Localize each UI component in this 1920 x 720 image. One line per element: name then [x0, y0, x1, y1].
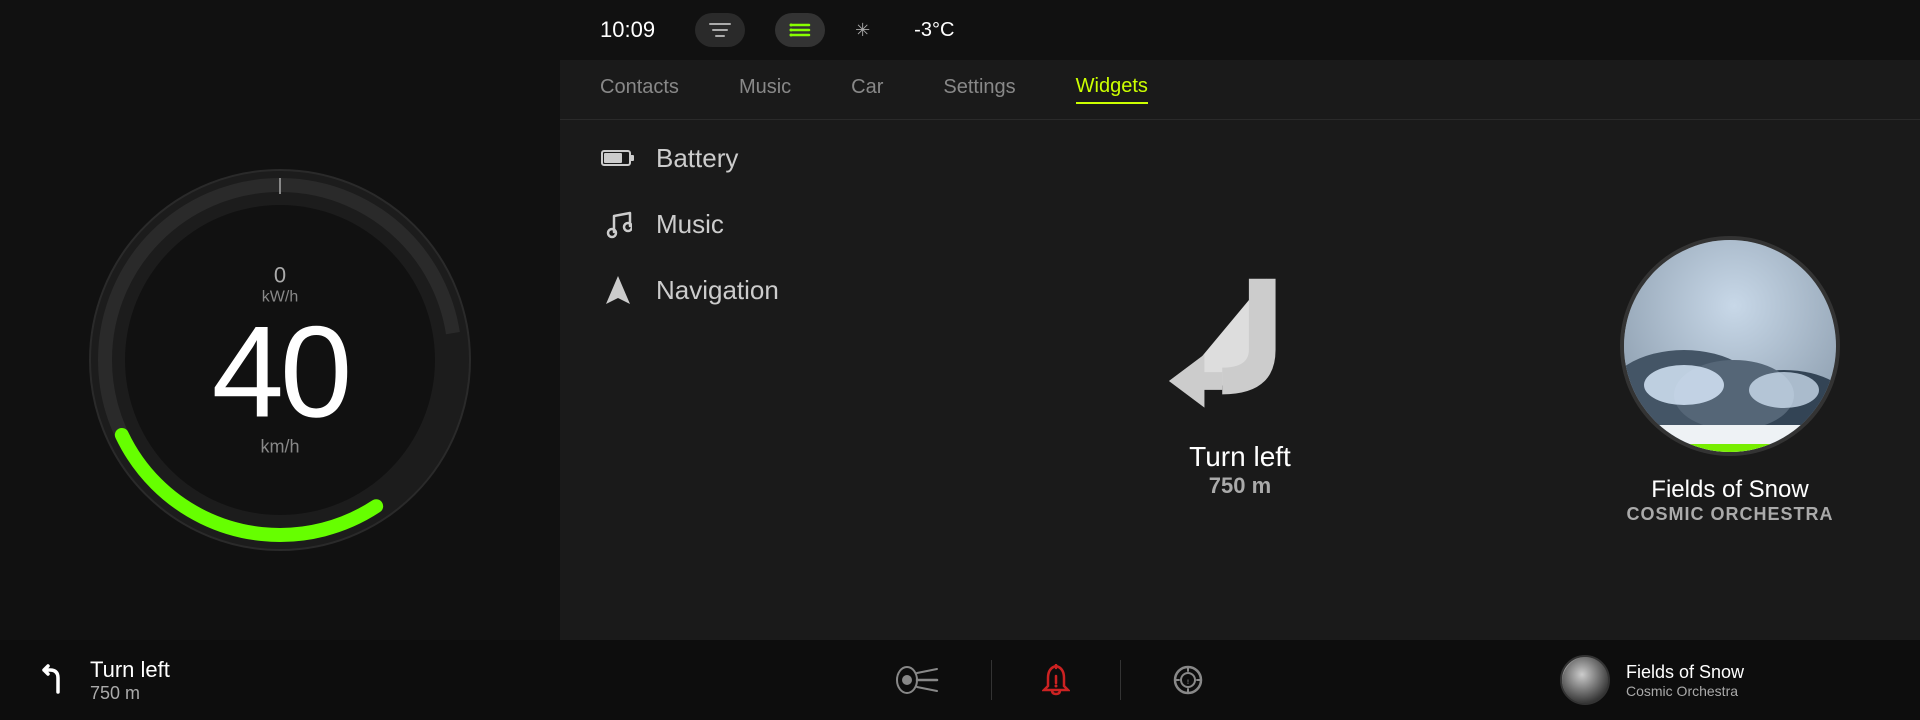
- tab-settings[interactable]: Settings: [943, 76, 1015, 103]
- left-panel: 0 kW/h 40 km/h Turn left 750 m: [0, 0, 560, 720]
- tire-pressure-icon[interactable]: !: [1171, 664, 1205, 696]
- nav-distance: 750 m: [1209, 473, 1271, 499]
- turn-direction: Turn left: [90, 657, 170, 683]
- music-bottom-bar: Fields of Snow Cosmic Orchestra: [1540, 640, 1920, 720]
- tab-music[interactable]: Music: [739, 76, 791, 103]
- navigation-widget: Turn left 750 m: [940, 120, 1540, 640]
- headlights-icon[interactable]: [895, 665, 941, 695]
- list-icon-btn[interactable]: [775, 13, 825, 47]
- navigation-label: Navigation: [656, 275, 779, 306]
- music-title-small: Fields of Snow: [1626, 662, 1900, 683]
- time-display: 10:09: [600, 17, 655, 43]
- widget-navigation[interactable]: Navigation: [600, 272, 900, 308]
- list-icon: [789, 21, 811, 39]
- navigation-icon: [600, 272, 636, 308]
- bottom-bar: ! Fiel: [560, 640, 1920, 720]
- status-bar: !: [560, 640, 1540, 720]
- turn-info: Turn left 750 m: [90, 657, 170, 704]
- turn-distance: 750 m: [90, 683, 170, 704]
- speed-value: 40: [212, 307, 349, 437]
- top-bar: 10:09 ✳ -3°C: [560, 0, 1920, 60]
- tab-car[interactable]: Car: [851, 76, 883, 103]
- album-art-image: [1624, 240, 1836, 452]
- music-label: Music: [656, 209, 724, 240]
- widget-music[interactable]: Music: [600, 206, 900, 242]
- song-title: Fields of Snow: [1651, 476, 1808, 504]
- road-icon: [708, 21, 732, 39]
- tab-contacts[interactable]: Contacts: [600, 76, 679, 103]
- music-thumbnail: [1560, 655, 1610, 705]
- music-info: Fields of Snow Cosmic Orchestra: [1626, 662, 1900, 699]
- main-content: Battery Music: [560, 120, 1920, 640]
- snowflake-icon: ✳: [855, 20, 870, 41]
- tab-widgets[interactable]: Widgets: [1076, 75, 1148, 104]
- turn-left-arrow-small: [30, 660, 70, 700]
- widget-list: Battery Music: [560, 120, 940, 640]
- temperature-display: -3°C: [914, 19, 954, 42]
- kwh-value: 0: [212, 263, 349, 289]
- widget-battery[interactable]: Battery: [600, 140, 900, 176]
- separator-2: [1120, 660, 1121, 700]
- status-icons-group: !: [560, 660, 1540, 700]
- svg-text:!: !: [1187, 680, 1189, 686]
- battery-icon: [600, 140, 636, 176]
- bottom-status-bar: Turn left 750 m: [0, 640, 560, 720]
- nav-direction: Turn left: [1189, 441, 1291, 473]
- music-note-icon: [600, 206, 636, 242]
- road-icon-btn[interactable]: [695, 13, 745, 47]
- speedometer: 0 kW/h 40 km/h: [70, 150, 490, 570]
- music-artist-small: Cosmic Orchestra: [1626, 683, 1900, 699]
- nav-tabs: Contacts Music Car Settings Widgets: [560, 60, 1920, 120]
- battery-label: Battery: [656, 143, 738, 174]
- warning-bell-icon[interactable]: [1042, 664, 1070, 696]
- album-art: [1620, 236, 1840, 456]
- song-artist: COSMIC ORCHESTRA: [1626, 504, 1833, 525]
- turn-left-arrow-large: [1160, 261, 1320, 421]
- speed-display: 0 kW/h 40 km/h: [212, 263, 349, 458]
- main-area: 10:09 ✳ -3°C Contacts Music Car: [560, 0, 1920, 720]
- music-widget: Fields of Snow COSMIC ORCHESTRA: [1540, 120, 1920, 640]
- separator-1: [991, 660, 992, 700]
